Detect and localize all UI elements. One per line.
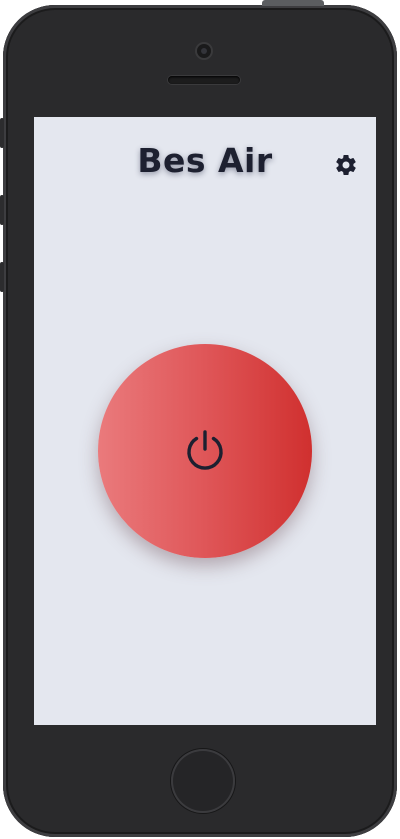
power-icon xyxy=(187,430,223,470)
gear-icon xyxy=(336,155,356,176)
volume-down-button xyxy=(0,262,4,292)
earpiece-speaker xyxy=(168,76,240,84)
app-screen: Bes Air xyxy=(34,117,376,725)
home-button[interactable] xyxy=(171,749,235,813)
power-button[interactable] xyxy=(98,344,312,558)
volume-up-button xyxy=(0,195,4,225)
mute-switch xyxy=(0,118,4,148)
front-camera xyxy=(197,44,211,58)
phone-frame: Bes Air xyxy=(0,5,397,837)
settings-button[interactable] xyxy=(334,153,358,177)
power-side-button xyxy=(262,0,324,6)
app-title: Bes Air xyxy=(137,141,273,180)
